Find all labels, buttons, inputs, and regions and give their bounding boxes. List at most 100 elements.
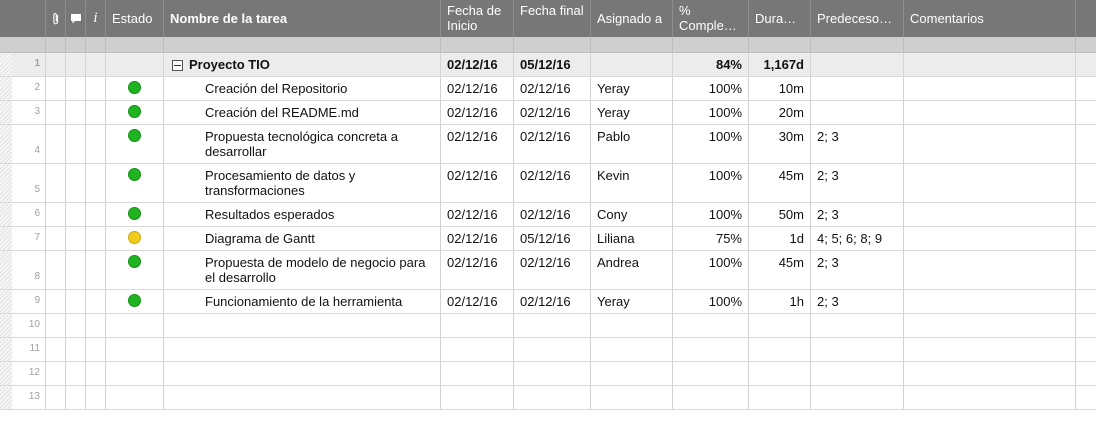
- attachment-cell[interactable]: [46, 386, 66, 409]
- table-row[interactable]: 12: [0, 362, 1096, 386]
- row-number[interactable]: 8: [0, 251, 46, 289]
- duration-cell[interactable]: [749, 314, 811, 337]
- duration-cell[interactable]: 10m: [749, 77, 811, 100]
- percent-complete-cell[interactable]: [673, 314, 749, 337]
- task-name-cell[interactable]: Resultados esperados: [164, 203, 441, 226]
- task-name-cell[interactable]: Diagrama de Gantt: [164, 227, 441, 250]
- end-date-cell[interactable]: 02/12/16: [514, 251, 591, 289]
- table-row[interactable]: 4 Propuesta tecnológica concreta a desarr…: [0, 125, 1096, 164]
- task-name-cell[interactable]: Propuesta de modelo de negocio para el d…: [164, 251, 441, 289]
- row-drag-handle[interactable]: [0, 77, 12, 100]
- duration-cell[interactable]: 1h: [749, 290, 811, 313]
- predecessors-cell[interactable]: [811, 314, 904, 337]
- comments-text-column-header[interactable]: Comentarios: [904, 0, 1076, 37]
- info-cell[interactable]: [86, 386, 106, 409]
- percent-complete-cell[interactable]: 100%: [673, 77, 749, 100]
- duration-cell[interactable]: 50m: [749, 203, 811, 226]
- row-number[interactable]: 10: [0, 314, 46, 337]
- attachment-cell[interactable]: [46, 53, 66, 76]
- duration-cell[interactable]: [749, 362, 811, 385]
- row-drag-handle[interactable]: [0, 227, 12, 250]
- task-name-cell[interactable]: Procesamiento de datos y transformacione…: [164, 164, 441, 202]
- status-cell[interactable]: [106, 227, 164, 250]
- row-number[interactable]: 9: [0, 290, 46, 313]
- duration-cell[interactable]: [749, 386, 811, 409]
- assigned-cell[interactable]: Cony: [591, 203, 673, 226]
- assigned-cell[interactable]: [591, 53, 673, 76]
- comment-cell[interactable]: [66, 164, 86, 202]
- comments-text-cell[interactable]: [904, 227, 1076, 250]
- percent-complete-cell[interactable]: 100%: [673, 101, 749, 124]
- row-number[interactable]: 12: [0, 362, 46, 385]
- predecessors-cell[interactable]: 2; 3: [811, 251, 904, 289]
- status-cell[interactable]: [106, 338, 164, 361]
- comments-text-cell[interactable]: [904, 164, 1076, 202]
- table-row[interactable]: 9 Funcionamiento de la herramienta 02/12/1…: [0, 290, 1096, 314]
- predecessors-cell[interactable]: [811, 77, 904, 100]
- info-cell[interactable]: [86, 362, 106, 385]
- row-number[interactable]: 1: [0, 53, 46, 76]
- info-cell[interactable]: [86, 338, 106, 361]
- status-cell[interactable]: [106, 164, 164, 202]
- row-drag-handle[interactable]: [0, 125, 12, 163]
- assigned-cell[interactable]: [591, 314, 673, 337]
- status-cell[interactable]: [106, 362, 164, 385]
- percent-complete-cell[interactable]: [673, 362, 749, 385]
- predecessors-cell[interactable]: 2; 3: [811, 203, 904, 226]
- predecessors-cell[interactable]: 2; 3: [811, 290, 904, 313]
- project-row[interactable]: 1 Proyecto TIO 02/12/16 05/12/16 84% 1,167d: [0, 53, 1096, 77]
- assigned-cell[interactable]: Yeray: [591, 101, 673, 124]
- attachment-cell[interactable]: [46, 290, 66, 313]
- row-number[interactable]: 11: [0, 338, 46, 361]
- assigned-cell[interactable]: Kevin: [591, 164, 673, 202]
- end-date-cell[interactable]: 02/12/16: [514, 164, 591, 202]
- comments-text-cell[interactable]: [904, 125, 1076, 163]
- comment-cell[interactable]: [66, 338, 86, 361]
- table-row[interactable]: 7 Diagrama de Gantt 02/12/16 05/12/16 Lilian…: [0, 227, 1096, 251]
- duration-cell[interactable]: 45m: [749, 251, 811, 289]
- end-date-cell[interactable]: [514, 314, 591, 337]
- comment-cell[interactable]: [66, 203, 86, 226]
- start-date-cell[interactable]: 02/12/16: [441, 290, 514, 313]
- info-cell[interactable]: [86, 125, 106, 163]
- table-row[interactable]: 10: [0, 314, 1096, 338]
- assigned-cell[interactable]: Yeray: [591, 290, 673, 313]
- row-drag-handle[interactable]: [0, 53, 12, 76]
- task-name-cell[interactable]: Creación del README.md: [164, 101, 441, 124]
- predecessors-cell[interactable]: [811, 386, 904, 409]
- status-cell[interactable]: [106, 251, 164, 289]
- assigned-cell[interactable]: Yeray: [591, 77, 673, 100]
- comments-text-cell[interactable]: [904, 53, 1076, 76]
- start-date-cell[interactable]: 02/12/16: [441, 251, 514, 289]
- comment-cell[interactable]: [66, 362, 86, 385]
- table-row[interactable]: 8 Propuesta de modelo de negocio para el …: [0, 251, 1096, 290]
- status-cell[interactable]: [106, 203, 164, 226]
- predecessors-cell[interactable]: [811, 338, 904, 361]
- comments-text-cell[interactable]: [904, 203, 1076, 226]
- table-row[interactable]: 3 Creación del README.md 02/12/16 02/12/16 Y…: [0, 101, 1096, 125]
- row-drag-handle[interactable]: [0, 314, 12, 337]
- percent-complete-cell[interactable]: 75%: [673, 227, 749, 250]
- predecessors-cell[interactable]: 2; 3: [811, 125, 904, 163]
- percent-complete-cell[interactable]: 100%: [673, 164, 749, 202]
- predecessors-cell[interactable]: [811, 101, 904, 124]
- row-number[interactable]: 4: [0, 125, 46, 163]
- start-date-cell[interactable]: 02/12/16: [441, 164, 514, 202]
- collapse-minus-icon[interactable]: [172, 60, 183, 71]
- duration-column-header[interactable]: Dura…: [749, 0, 811, 37]
- status-cell[interactable]: [106, 77, 164, 100]
- row-drag-handle[interactable]: [0, 386, 12, 409]
- attachment-cell[interactable]: [46, 77, 66, 100]
- row-drag-handle[interactable]: [0, 338, 12, 361]
- task-name-cell[interactable]: [164, 338, 441, 361]
- status-cell[interactable]: [106, 125, 164, 163]
- status-cell[interactable]: [106, 314, 164, 337]
- assigned-column-header[interactable]: Asignado a: [591, 0, 673, 37]
- percent-complete-cell[interactable]: 100%: [673, 251, 749, 289]
- comments-text-cell[interactable]: [904, 338, 1076, 361]
- table-row[interactable]: 2 Creación del Repositorio 02/12/16 02/12/1…: [0, 77, 1096, 101]
- attachment-cell[interactable]: [46, 362, 66, 385]
- status-cell[interactable]: [106, 53, 164, 76]
- predecessors-column-header[interactable]: Predeceso…: [811, 0, 904, 37]
- end-date-cell[interactable]: [514, 362, 591, 385]
